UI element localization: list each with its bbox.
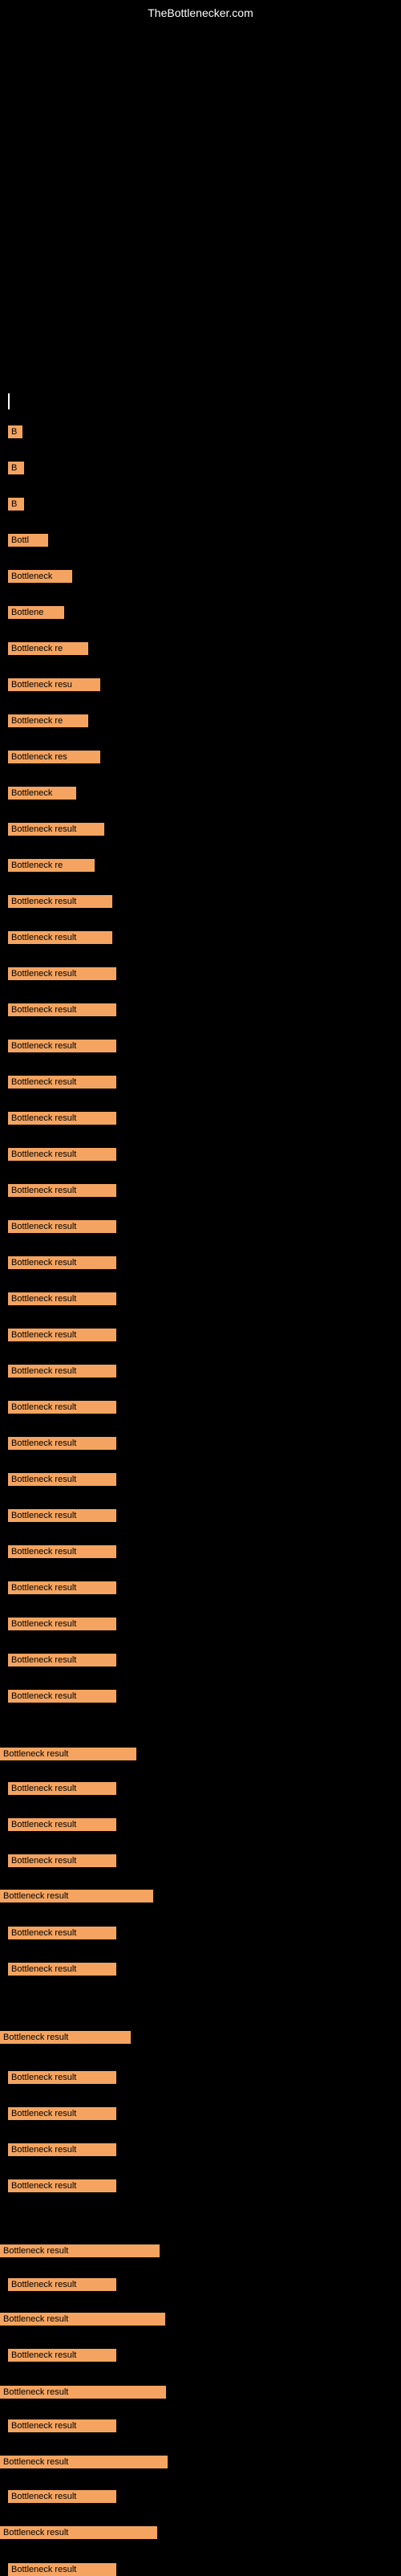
- bottleneck-result-item[interactable]: Bottleneck result: [8, 1690, 116, 1703]
- bottleneck-result-item[interactable]: Bottleneck result: [8, 1329, 116, 1341]
- bottleneck-result-item[interactable]: Bottleneck result: [8, 1076, 116, 1089]
- cursor: [8, 393, 10, 409]
- bottleneck-result-item[interactable]: Bottleneck result: [8, 1003, 116, 1016]
- bottleneck-result-item[interactable]: Bottleneck result: [8, 931, 112, 944]
- bottleneck-result-item[interactable]: Bottleneck result: [8, 1112, 116, 1125]
- bottleneck-result-item[interactable]: Bottleneck result: [8, 1782, 116, 1795]
- bottleneck-result-item[interactable]: Bottleneck result: [0, 2386, 166, 2399]
- bottleneck-result-item[interactable]: Bottleneck result: [8, 1401, 116, 1414]
- bottleneck-result-item[interactable]: Bottleneck result: [0, 2244, 160, 2257]
- bottleneck-result-item[interactable]: Bottleneck: [8, 787, 76, 800]
- bottleneck-result-item[interactable]: Bottleneck result: [0, 1748, 136, 1760]
- bottleneck-result-item[interactable]: Bottleneck result: [8, 2179, 116, 2192]
- bottleneck-result-item[interactable]: Bottleneck result: [8, 1545, 116, 1558]
- bottleneck-result-item[interactable]: Bottleneck result: [8, 1473, 116, 1486]
- bottleneck-result-item[interactable]: Bottleneck result: [8, 1818, 116, 1831]
- bottleneck-result-item[interactable]: Bottleneck result: [8, 1292, 116, 1305]
- bottleneck-result-item[interactable]: Bottleneck re: [8, 642, 88, 655]
- bottleneck-result-item[interactable]: Bottleneck result: [8, 1184, 116, 1197]
- bottleneck-result-item[interactable]: Bottleneck result: [8, 2419, 116, 2432]
- bottleneck-result-item[interactable]: Bottleneck result: [8, 2490, 116, 2503]
- bottleneck-result-item[interactable]: B: [8, 462, 24, 474]
- bottleneck-result-item[interactable]: Bottleneck re: [8, 859, 95, 872]
- bottleneck-result-item[interactable]: Bottleneck result: [8, 2278, 116, 2291]
- bottleneck-result-item[interactable]: Bottleneck: [8, 570, 72, 583]
- bottleneck-result-item[interactable]: Bottleneck resu: [8, 678, 100, 691]
- bottleneck-result-item[interactable]: Bottleneck result: [8, 1148, 116, 1161]
- bottleneck-result-item[interactable]: Bottleneck result: [8, 967, 116, 980]
- bottleneck-result-item[interactable]: Bottleneck result: [8, 1437, 116, 1450]
- bottleneck-result-item[interactable]: Bottleneck result: [8, 2349, 116, 2362]
- bottleneck-result-item[interactable]: Bottleneck result: [8, 1654, 116, 1666]
- bottleneck-result-item[interactable]: Bottleneck re: [8, 714, 88, 727]
- bottleneck-result-item[interactable]: Bottleneck result: [0, 1890, 153, 1902]
- bottleneck-result-item[interactable]: Bottleneck result: [0, 2313, 165, 2326]
- bottleneck-result-item[interactable]: Bottl: [8, 534, 48, 547]
- bottleneck-result-item[interactable]: Bottleneck result: [8, 1220, 116, 1233]
- bottleneck-result-item[interactable]: Bottleneck result: [0, 2031, 131, 2044]
- bottleneck-result-item[interactable]: B: [8, 498, 24, 511]
- bottleneck-result-item[interactable]: Bottleneck result: [8, 1040, 116, 1052]
- bottleneck-result-item[interactable]: Bottleneck result: [0, 2456, 168, 2468]
- bottleneck-result-item[interactable]: B: [8, 425, 22, 438]
- bottleneck-result-item[interactable]: Bottleneck result: [8, 1854, 116, 1867]
- bottleneck-result-item[interactable]: Bottleneck result: [8, 895, 112, 908]
- bottleneck-result-item[interactable]: Bottleneck result: [8, 1963, 116, 1976]
- bottleneck-result-item[interactable]: Bottleneck result: [8, 1581, 116, 1594]
- bottleneck-result-item[interactable]: Bottleneck result: [8, 1509, 116, 1522]
- bottleneck-result-item[interactable]: Bottleneck res: [8, 751, 100, 763]
- bottleneck-result-item[interactable]: Bottleneck result: [8, 1256, 116, 1269]
- bottleneck-result-item[interactable]: Bottleneck result: [8, 1927, 116, 1939]
- bottleneck-result-item[interactable]: Bottleneck result: [8, 1618, 116, 1630]
- bottleneck-result-item[interactable]: Bottleneck result: [8, 2107, 116, 2120]
- bottleneck-result-item[interactable]: Bottleneck result: [8, 2143, 116, 2156]
- bottleneck-result-item[interactable]: Bottleneck result: [8, 823, 104, 836]
- site-title: TheBottlenecker.com: [148, 6, 253, 19]
- bottleneck-result-item[interactable]: Bottleneck result: [8, 2563, 116, 2576]
- bottleneck-result-item[interactable]: Bottleneck result: [0, 2526, 157, 2539]
- bottleneck-result-item[interactable]: Bottlene: [8, 606, 64, 619]
- bottleneck-result-item[interactable]: Bottleneck result: [8, 1365, 116, 1378]
- bottleneck-result-item[interactable]: Bottleneck result: [8, 2071, 116, 2084]
